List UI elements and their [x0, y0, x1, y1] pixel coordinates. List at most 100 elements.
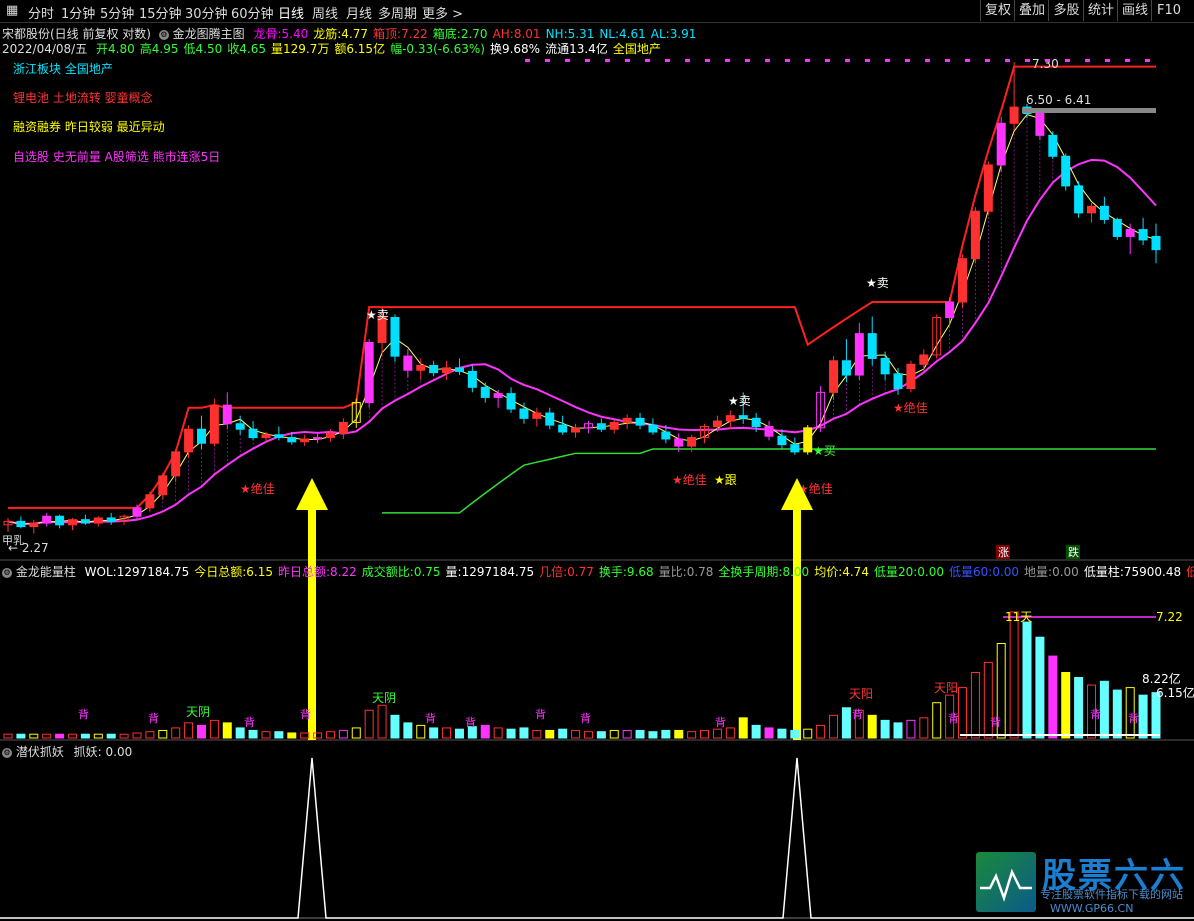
candle-body — [725, 415, 735, 422]
top-dash — [565, 59, 570, 62]
volume-bar — [816, 724, 826, 739]
top-dash — [1005, 59, 1010, 62]
top-dash — [945, 59, 950, 62]
volume-bar — [700, 729, 710, 739]
bei-label: 背 — [580, 711, 591, 725]
tianyin-label-2: 天阴 — [372, 691, 396, 705]
volume-bar — [377, 704, 387, 739]
top-dash — [885, 59, 890, 62]
volume-bar — [648, 731, 658, 739]
volume-bar — [558, 728, 568, 739]
candle-body — [1048, 134, 1058, 157]
vol-stat-6: 换手:9.68 — [598, 565, 654, 579]
volume-bar — [106, 733, 116, 739]
candle-body — [983, 164, 993, 212]
candle-body — [338, 421, 348, 434]
candle-body — [416, 364, 426, 371]
bei-label: 背 — [948, 711, 959, 725]
down-badge: 跌 — [1068, 545, 1079, 559]
latent-indicator-name[interactable]: 潜伏抓妖 — [16, 745, 64, 759]
top-dash — [525, 59, 530, 62]
candle-body — [493, 393, 503, 398]
candle-body — [261, 434, 271, 439]
top-dash — [865, 59, 870, 62]
top-dash — [625, 59, 630, 62]
volume-bar — [1035, 636, 1045, 739]
volume-bar — [55, 733, 65, 739]
candle-body — [674, 438, 684, 447]
top-dash — [1145, 59, 1150, 62]
candle-body — [16, 520, 26, 528]
candle-body — [300, 438, 310, 443]
volume-bar — [429, 727, 439, 739]
volume-bar — [274, 731, 284, 739]
volume-bar — [80, 733, 90, 739]
top-dash — [985, 59, 990, 62]
signal-buy: ★买 — [813, 444, 836, 458]
volume-bar — [390, 714, 400, 739]
candle-body — [222, 404, 232, 425]
box-bottom-line — [382, 448, 1156, 514]
volume-bar — [725, 727, 735, 739]
top-dash — [1085, 59, 1090, 62]
top-dash — [965, 59, 970, 62]
candle-body — [867, 333, 877, 359]
volume-bar — [287, 732, 297, 739]
signal-arrow-2 — [781, 478, 813, 740]
top-dash — [785, 59, 790, 62]
volume-bar — [751, 724, 761, 739]
volume-bar — [454, 728, 464, 739]
volume-bar — [42, 733, 52, 739]
volume-bar — [596, 731, 606, 739]
candle-body — [184, 428, 194, 453]
top-dash — [825, 59, 830, 62]
top-dash — [925, 59, 930, 62]
bei-label: 背 — [300, 707, 311, 721]
volume-bar — [1022, 621, 1032, 739]
candle-body — [738, 415, 748, 419]
volume-bar — [171, 727, 181, 739]
candle-body — [1035, 113, 1045, 136]
candle-body — [958, 258, 968, 303]
volume-bar — [1138, 694, 1148, 739]
volume-bar — [970, 671, 980, 739]
volume-bar — [338, 729, 348, 739]
volume-amt2-label: 6.15亿 — [1156, 685, 1194, 700]
volume-bar — [738, 717, 748, 739]
candle-body — [171, 451, 181, 477]
watermark-subtitle: 专注股票软件指标下载的网站 — [1040, 888, 1183, 901]
volume-bar — [1112, 689, 1122, 739]
volume-bar — [235, 727, 245, 739]
volume-indicator-name[interactable]: 金龙能量柱 — [16, 565, 76, 579]
candle-body — [429, 364, 439, 374]
top-dash — [765, 59, 770, 62]
vol-stat-13: 低量柱:75900.48 — [1083, 565, 1182, 579]
bei-label: 背 — [535, 707, 546, 721]
top-dash — [845, 59, 850, 62]
candle-body — [622, 417, 632, 423]
top-dash — [1065, 59, 1070, 62]
vol-stat-7: 量比:0.78 — [658, 565, 714, 579]
top-dash — [705, 59, 710, 62]
candle-body — [274, 434, 284, 439]
volume-bar — [532, 729, 542, 739]
volume-bar — [416, 724, 426, 739]
candle-body — [519, 408, 529, 419]
bei-label: 背 — [465, 715, 476, 729]
candle-body — [1087, 205, 1097, 214]
volume-bar — [1074, 677, 1084, 739]
candle-body — [364, 341, 374, 404]
candle-body — [841, 360, 851, 376]
volume-settings-icon[interactable]: ⚙ — [2, 567, 12, 578]
volume-bar — [506, 728, 516, 739]
volume-bar — [442, 727, 452, 739]
range-bar — [1022, 108, 1156, 113]
candle-body — [55, 515, 65, 526]
volume-bar — [16, 733, 26, 739]
signal-sell-2: ★卖 — [728, 394, 751, 408]
volume-bar — [790, 729, 800, 739]
candle-body — [145, 494, 155, 509]
tianyang-label-2: 天阳 — [934, 681, 958, 695]
latent-settings-icon[interactable]: ⚙ — [2, 747, 12, 758]
candle-body — [970, 210, 980, 260]
